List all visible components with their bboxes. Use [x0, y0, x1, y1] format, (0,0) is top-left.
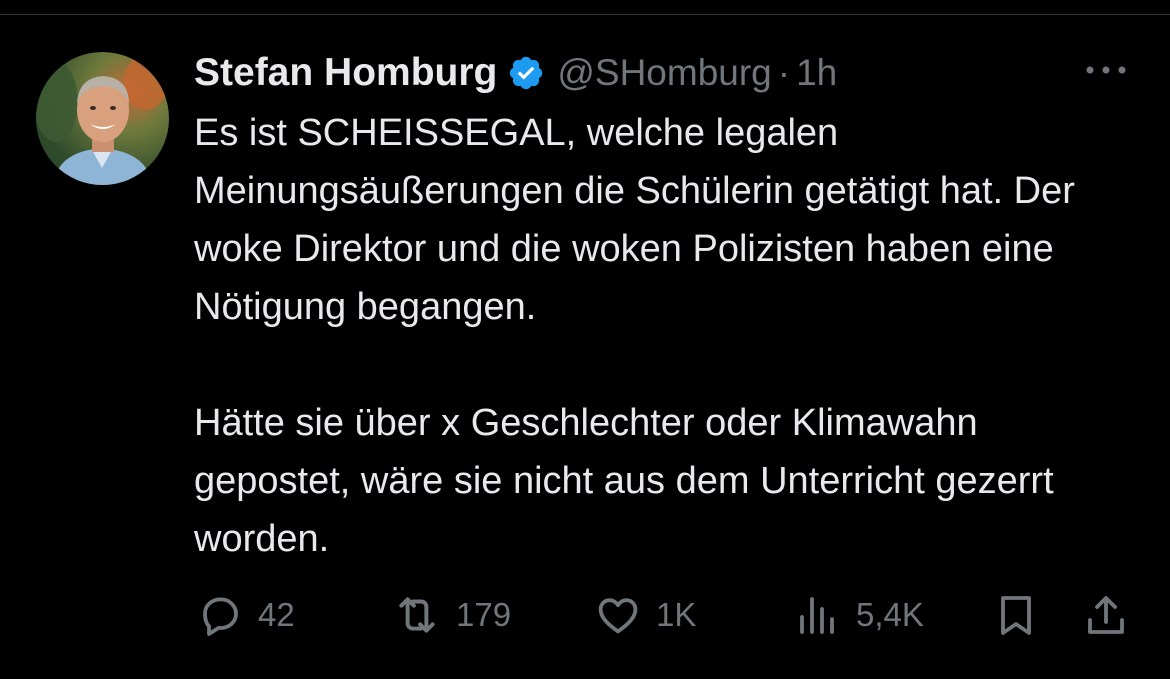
retweet-button[interactable]: 179 [392, 588, 511, 642]
top-divider [0, 14, 1170, 15]
verified-badge-icon [507, 54, 545, 92]
more-dots-icon[interactable] [1084, 60, 1128, 80]
heart-icon [594, 591, 642, 639]
tweet-text: Es ist SCHEISSEGAL, welche legalen Meinu… [194, 104, 1144, 568]
reply-count: 42 [258, 596, 295, 633]
views-count: 5,4K [856, 596, 924, 633]
tweet-header: Stefan Homburg @SHomburg · 1h [194, 48, 837, 98]
retweet-icon [392, 590, 442, 640]
retweet-count: 179 [456, 596, 512, 633]
bookmark-button[interactable] [992, 588, 1040, 642]
author-handle[interactable]: @SHomburg [557, 52, 771, 94]
share-upload-icon [1082, 591, 1130, 639]
tweet-actions: 42 179 1K 5,4K [0, 588, 1170, 642]
tweet-timestamp[interactable]: 1h [796, 52, 837, 94]
author-name[interactable]: Stefan Homburg [194, 51, 497, 95]
views-button[interactable]: 5,4K [794, 588, 924, 642]
like-count: 1K [656, 596, 697, 633]
header-separator: · [777, 52, 791, 93]
share-button[interactable] [1082, 588, 1130, 642]
views-bar-chart-icon [794, 591, 842, 639]
tweet-paragraph: Hätte sie über x Geschlechter oder Klima… [194, 402, 1054, 560]
reply-button[interactable]: 42 [196, 588, 295, 642]
like-button[interactable]: 1K [594, 588, 696, 642]
avatar-photo [36, 54, 168, 185]
tweet-paragraph: Es ist SCHEISSEGAL, welche legalen Meinu… [194, 112, 1075, 328]
avatar[interactable] [36, 52, 169, 185]
bookmark-icon [992, 591, 1040, 639]
reply-bubble-icon [196, 591, 244, 639]
